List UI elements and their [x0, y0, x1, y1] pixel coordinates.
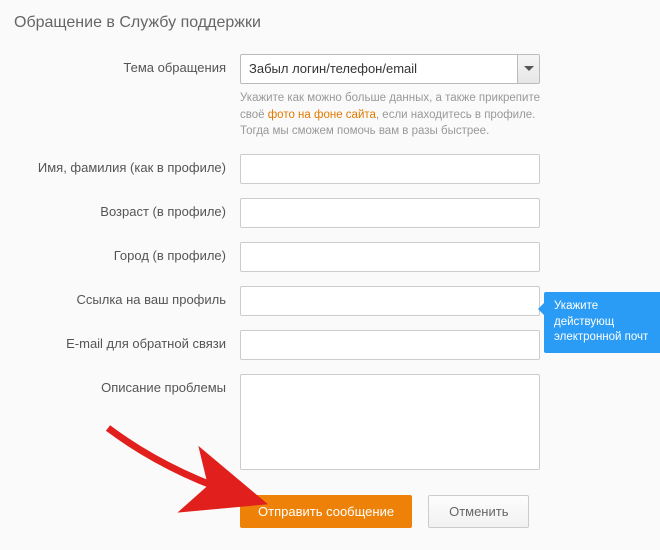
chevron-down-icon: [517, 55, 539, 83]
cancel-button[interactable]: Отменить: [428, 495, 529, 528]
name-input[interactable]: [240, 154, 540, 184]
email-input[interactable]: [240, 330, 540, 360]
age-input[interactable]: [240, 198, 540, 228]
topic-selected-value: Забыл логин/телефон/email: [241, 55, 517, 83]
email-tooltip: Укажите действующ электронной почт: [544, 292, 660, 353]
city-input[interactable]: [240, 242, 540, 272]
description-textarea[interactable]: [240, 374, 540, 470]
topic-hint: Укажите как можно больше данных, а также…: [240, 90, 540, 140]
name-label: Имя, фамилия (как в профиле): [10, 154, 240, 175]
description-label: Описание проблемы: [10, 374, 240, 395]
email-label: E-mail для обратной связи: [10, 330, 240, 351]
profile-link-input[interactable]: [240, 286, 540, 316]
page-title: Обращение в Службу поддержки: [14, 14, 650, 32]
hint-link[interactable]: фото на фоне сайта: [268, 109, 376, 121]
age-label: Возраст (в профиле): [10, 198, 240, 219]
topic-select[interactable]: Забыл логин/телефон/email: [240, 54, 540, 84]
submit-button[interactable]: Отправить сообщение: [240, 495, 412, 528]
city-label: Город (в профиле): [10, 242, 240, 263]
profile-link-label: Ссылка на ваш профиль: [10, 286, 240, 307]
topic-label: Тема обращения: [10, 54, 240, 75]
